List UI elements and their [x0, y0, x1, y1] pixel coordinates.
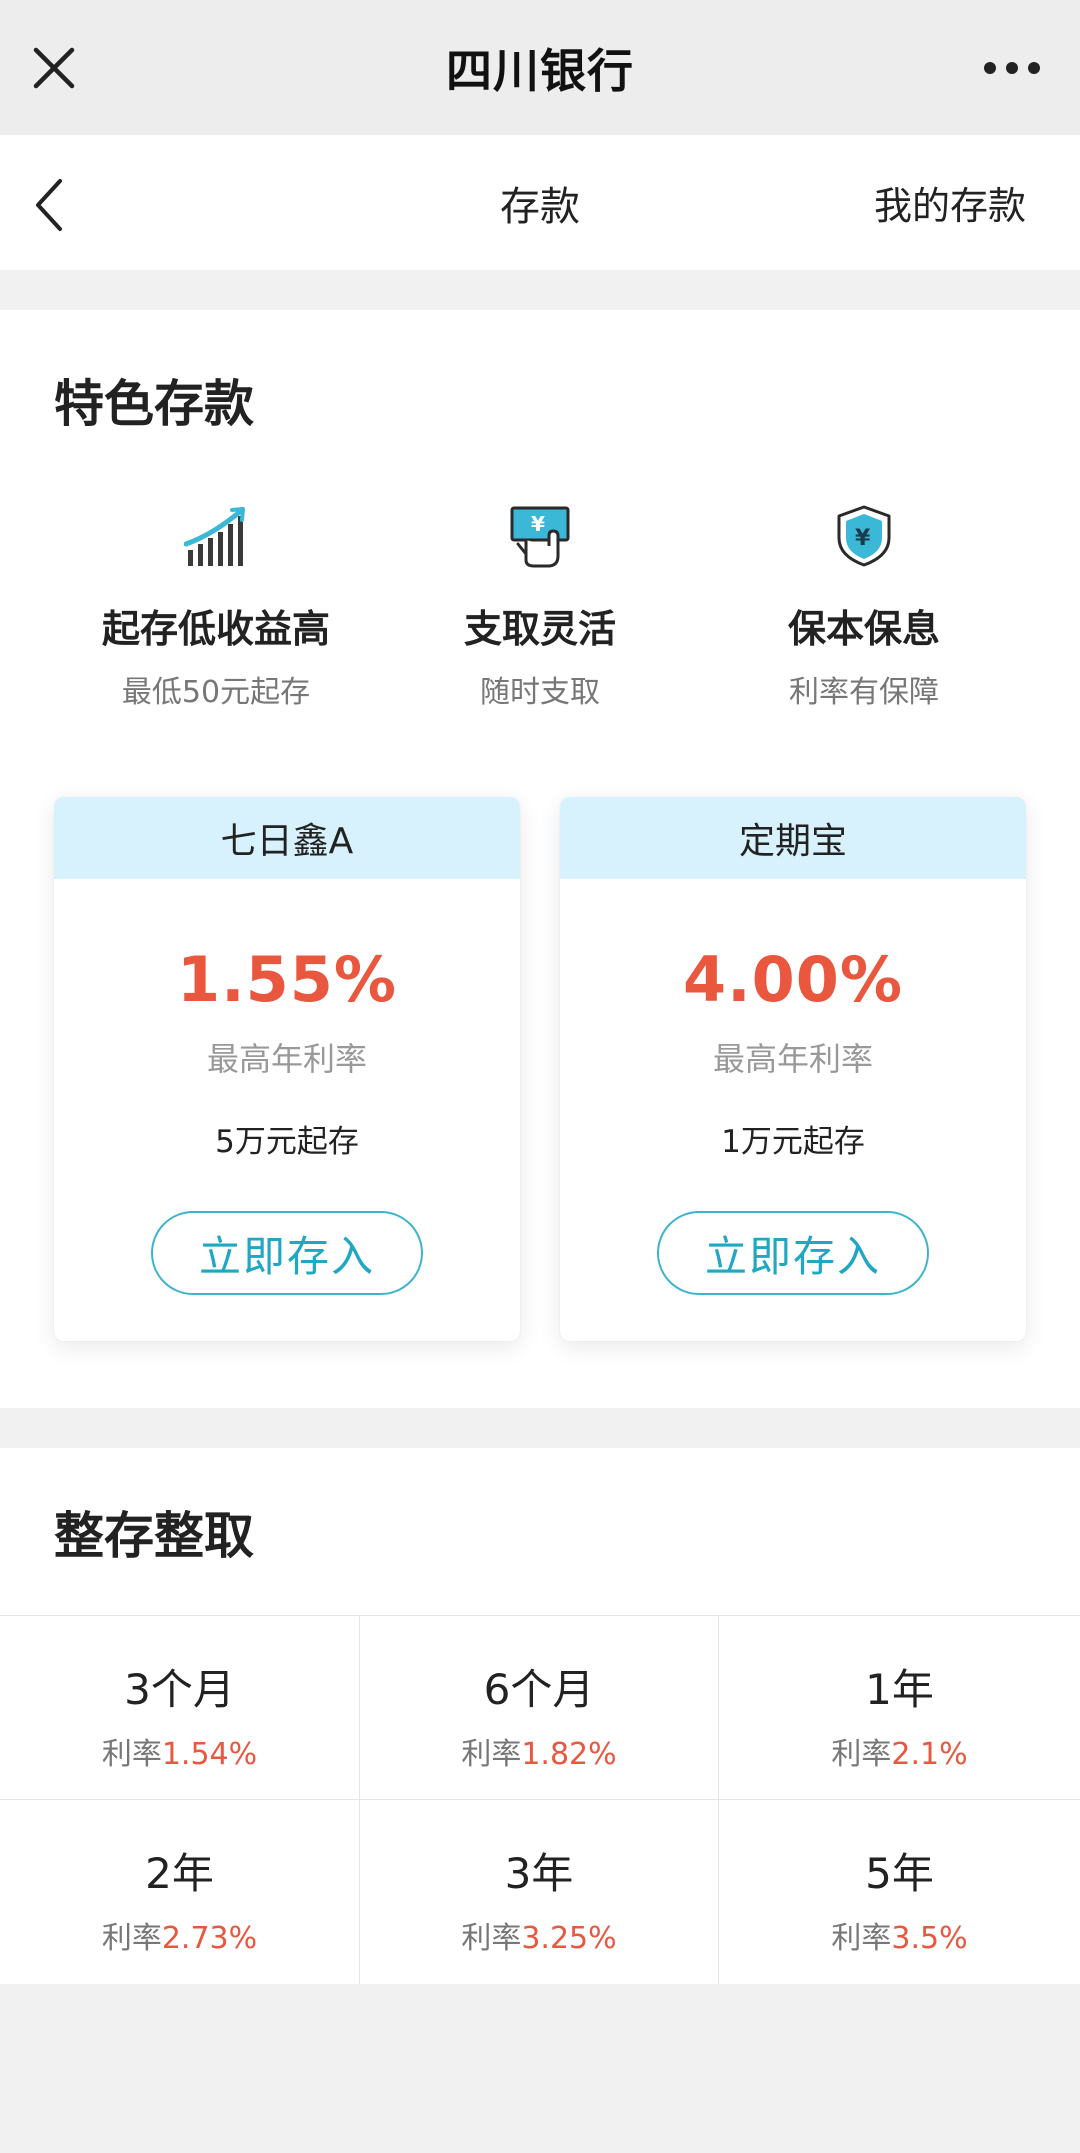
term-grid: 3个月 利率1.54% 6个月 利率1.82% 1年 利率2.1% 2年 利率2…	[0, 1615, 1080, 1984]
term-cell[interactable]: 3年 利率3.25%	[360, 1800, 719, 1984]
feature-list: 起存低收益高 最低50元起存 ¥ 支取灵活 随时支取 ¥ 保本保息 利率有保障	[54, 494, 1026, 711]
rate-prefix: 利率	[101, 1921, 162, 1956]
divider	[0, 270, 1080, 310]
rate-label: 最高年利率	[712, 1040, 873, 1078]
rate-prefix: 利率	[461, 1921, 522, 1956]
chevron-left-icon[interactable]	[30, 175, 74, 235]
rate-prefix: 利率	[831, 1737, 892, 1772]
more-dots-icon[interactable]	[984, 56, 1040, 80]
svg-text:¥: ¥	[531, 512, 545, 536]
title-bar: 四川银行	[0, 0, 1080, 135]
term-label: 1年	[865, 1665, 934, 1714]
rate-prefix: 利率	[831, 1921, 892, 1956]
special-deposits-section: 特色存款 起存低收益高 最低50元起存 ¥ 支取灵活 随时支取 ¥ 保本保息 利…	[0, 310, 1080, 1408]
my-deposits-link[interactable]: 我的存款	[874, 135, 1026, 270]
product-name: 定期宝	[560, 797, 1026, 879]
feature-item: 起存低收益高 最低50元起存	[54, 494, 378, 711]
term-cell[interactable]: 1年 利率2.1%	[719, 1616, 1080, 1800]
section-title: 特色存款	[54, 375, 254, 433]
feature-item: ¥ 支取灵活 随时支取	[378, 494, 702, 711]
yuan-hand-icon: ¥	[510, 506, 570, 568]
rate-value: 3.5%	[891, 1921, 968, 1956]
dot	[1006, 62, 1018, 74]
fixed-deposit-section: 整存整取 3个月 利率1.54% 6个月 利率1.82% 1年 利率2.1% 2…	[0, 1448, 1080, 1984]
minimum-deposit: 5万元起存	[215, 1124, 359, 1160]
product-rate: 4.00%	[682, 943, 904, 1016]
rate-value: 1.54%	[161, 1737, 258, 1772]
term-label: 3年	[504, 1849, 574, 1898]
rate-label: 最高年利率	[206, 1040, 367, 1078]
term-cell[interactable]: 2年 利率2.73%	[0, 1800, 360, 1984]
product-rate: 1.55%	[176, 943, 398, 1016]
rising-chart-icon	[184, 507, 245, 566]
feature-subtitle: 利率有保障	[789, 675, 939, 710]
term-cell[interactable]: 6个月 利率1.82%	[360, 1616, 719, 1800]
product-card[interactable]: 定期宝 4.00% 最高年利率 1万元起存 立即存入	[560, 797, 1026, 1341]
deposit-now-button[interactable]: 立即存入	[151, 1211, 423, 1295]
feature-title: 保本保息	[787, 607, 940, 651]
page-title: 存款	[500, 183, 580, 230]
rate-value: 3.25%	[521, 1921, 617, 1956]
feature-subtitle: 随时支取	[480, 675, 600, 710]
rate-prefix: 利率	[461, 1737, 522, 1772]
yuan-shield-icon: ¥	[837, 505, 891, 567]
feature-title: 支取灵活	[463, 607, 616, 651]
rate-value: 1.82%	[521, 1737, 617, 1772]
dot	[1028, 62, 1040, 74]
dot	[984, 62, 996, 74]
deposit-now-button[interactable]: 立即存入	[657, 1211, 929, 1295]
term-cell[interactable]: 5年 利率3.5%	[719, 1800, 1080, 1984]
svg-text:¥: ¥	[855, 526, 871, 551]
product-cards: 七日鑫A 1.55% 最高年利率 5万元起存 立即存入 定期宝 4.00% 最高…	[54, 797, 1026, 1341]
term-label: 2年	[145, 1849, 214, 1898]
product-name: 七日鑫A	[54, 797, 520, 879]
rate-value: 2.1%	[891, 1737, 968, 1772]
app-title: 四川银行	[446, 43, 634, 98]
rate-value: 2.73%	[161, 1921, 258, 1956]
nav-bar: 存款 我的存款	[0, 135, 1080, 270]
feature-title: 起存低收益高	[101, 607, 330, 651]
term-label: 6个月	[483, 1665, 595, 1714]
feature-subtitle: 最低50元起存	[121, 675, 311, 710]
feature-item: ¥ 保本保息 利率有保障	[702, 494, 1026, 711]
close-icon[interactable]	[26, 34, 84, 102]
product-card[interactable]: 七日鑫A 1.55% 最高年利率 5万元起存 立即存入	[54, 797, 520, 1341]
term-cell[interactable]: 3个月 利率1.54%	[0, 1616, 360, 1800]
rate-prefix: 利率	[101, 1737, 162, 1772]
section-title: 整存整取	[54, 1507, 254, 1565]
term-label: 5年	[865, 1849, 934, 1898]
term-label: 3个月	[124, 1665, 235, 1714]
minimum-deposit: 1万元起存	[721, 1124, 865, 1160]
